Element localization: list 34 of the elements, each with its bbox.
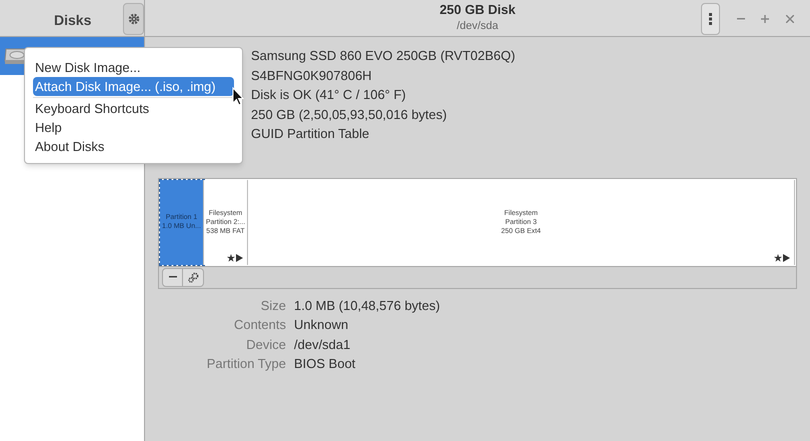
maximize-icon[interactable] bbox=[761, 15, 769, 23]
minus-icon bbox=[168, 276, 176, 278]
play-icon bbox=[236, 254, 243, 262]
sidebar-title: Disks bbox=[54, 11, 92, 30]
menu-item[interactable]: Attach Disk Image... (.iso, .img) bbox=[33, 77, 234, 96]
window-subtitle: /dev/sda bbox=[456, 19, 498, 34]
property-label: Contents bbox=[232, 316, 286, 334]
disk-info-value: Disk is OK (41° C / 106° F) bbox=[251, 86, 407, 104]
menu-icon bbox=[709, 13, 712, 25]
settings-icon bbox=[128, 13, 140, 25]
partition-settings-button[interactable] bbox=[183, 268, 204, 286]
minimize-icon[interactable] bbox=[737, 18, 745, 20]
settings-button[interactable] bbox=[123, 3, 144, 35]
menu-item[interactable]: Keyboard Shortcuts bbox=[33, 99, 234, 118]
gears-icon bbox=[188, 272, 198, 282]
property-label: Partition Type bbox=[206, 355, 286, 373]
menu-item[interactable]: About Disks bbox=[33, 137, 234, 156]
disk-info-value: Samsung SSD 860 EVO 250GB (RVT02B6Q) bbox=[251, 47, 516, 65]
disk-info-value: GUID Partition Table bbox=[251, 125, 370, 143]
menu-button[interactable] bbox=[701, 3, 720, 35]
property-label: Device bbox=[245, 336, 286, 354]
property-value: BIOS Boot bbox=[294, 355, 356, 373]
menu-item[interactable]: New Disk Image... bbox=[33, 58, 234, 77]
disk-info-value: S4BFNG0K907806H bbox=[251, 66, 373, 84]
property-label: Size bbox=[260, 296, 286, 314]
close-icon[interactable] bbox=[786, 15, 794, 23]
window-title: 250 GB Disk bbox=[440, 2, 516, 18]
property-value: /dev/sda1 bbox=[294, 336, 352, 354]
remove-partition-button[interactable] bbox=[162, 268, 183, 286]
property-value: 1.0 MB (10,48,576 bytes) bbox=[294, 296, 441, 315]
play-icon bbox=[783, 254, 790, 262]
property-value: Unknown bbox=[294, 316, 350, 334]
disk-info-value: 250 GB (2,50,05,93,50,016 bytes) bbox=[251, 106, 448, 124]
menu-item[interactable]: Help bbox=[33, 118, 234, 137]
